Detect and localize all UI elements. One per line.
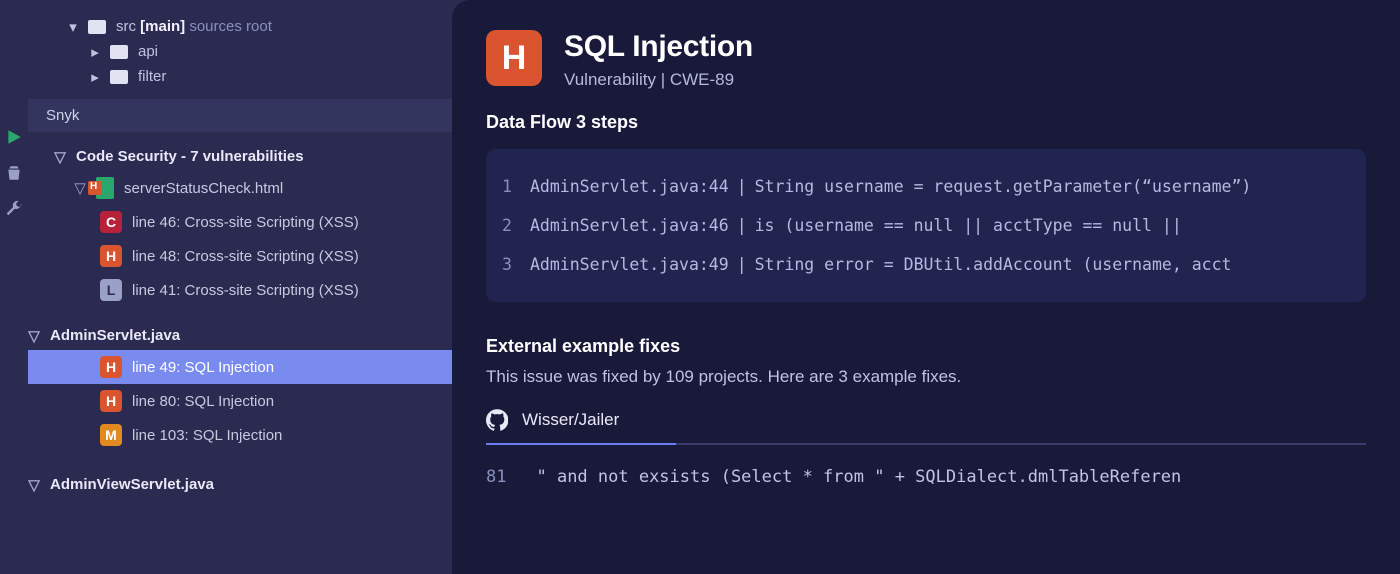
tree-file-adminservlet[interactable]: ▽ AdminServlet.java bbox=[48, 321, 452, 350]
chevron-down-icon: ▾ bbox=[68, 22, 78, 32]
vulnerability-tree: ▽ Code Security - 7 vulnerabilities ▽ se… bbox=[28, 132, 452, 509]
data-flow-step[interactable]: 1 AdminServlet.java:44 | String username… bbox=[502, 167, 1350, 206]
file-icon bbox=[96, 177, 114, 199]
issue-label: line 103: SQL Injection bbox=[132, 427, 282, 444]
chevron-down-icon: ▽ bbox=[28, 479, 40, 491]
issue-label: line 41: Cross-site Scripting (XSS) bbox=[132, 282, 359, 299]
example-fix-tab[interactable]: Wisser/Jailer bbox=[486, 409, 1366, 445]
chevron-down-icon: ▽ bbox=[74, 182, 86, 194]
tree-group-code-security[interactable]: ▽ Code Security - 7 vulnerabilities bbox=[48, 142, 452, 171]
severity-badge-low: L bbox=[100, 279, 122, 301]
play-icon[interactable] bbox=[5, 128, 23, 146]
group-label: Code Security - 7 vulnerabilities bbox=[76, 148, 304, 165]
file-tree-item-filter[interactable]: ▸ filter bbox=[90, 64, 452, 89]
data-flow-header: Data Flow 3 steps bbox=[486, 112, 1366, 133]
tree-issue[interactable]: C line 46: Cross-site Scripting (XSS) bbox=[48, 205, 452, 239]
severity-badge-high: H bbox=[100, 356, 122, 378]
code-content: " and not exsists (Select * from " + SQL… bbox=[536, 467, 1181, 487]
file-tree-item-api[interactable]: ▸ api bbox=[90, 39, 452, 64]
external-fixes-subtext: This issue was fixed by 109 projects. He… bbox=[486, 367, 1366, 387]
issue-label: line 80: SQL Injection bbox=[132, 393, 274, 410]
external-fixes-header: External example fixes bbox=[486, 336, 1366, 357]
issue-label: line 46: Cross-site Scripting (XSS) bbox=[132, 214, 359, 231]
file-label: AdminServlet.java bbox=[50, 327, 180, 344]
example-fix-code: 81 " and not exsists (Select * from " + … bbox=[486, 467, 1366, 487]
issue-title: SQL Injection bbox=[564, 30, 753, 64]
tree-file-serverstatuscheck[interactable]: ▽ serverStatusCheck.html bbox=[48, 171, 452, 205]
severity-badge-critical: C bbox=[100, 211, 122, 233]
chevron-right-icon: ▸ bbox=[90, 72, 100, 82]
folder-label: src [main] sources root bbox=[116, 18, 272, 35]
data-flow-step[interactable]: 2 AdminServlet.java:46 | is (username ==… bbox=[502, 206, 1350, 245]
file-label: serverStatusCheck.html bbox=[124, 180, 283, 197]
folder-icon bbox=[110, 45, 128, 59]
issue-label: line 48: Cross-site Scripting (XSS) bbox=[132, 248, 359, 265]
data-flow-step[interactable]: 3 AdminServlet.java:49 | String error = … bbox=[502, 245, 1350, 284]
severity-badge-high: H bbox=[100, 245, 122, 267]
detail-panel: H SQL Injection Vulnerability | CWE-89 D… bbox=[452, 0, 1400, 574]
chevron-right-icon: ▸ bbox=[90, 47, 100, 57]
tree-issue-selected[interactable]: H line 49: SQL Injection bbox=[28, 350, 452, 384]
wrench-icon[interactable] bbox=[5, 200, 23, 218]
repo-name: Wisser/Jailer bbox=[522, 410, 619, 430]
folder-label: api bbox=[138, 43, 158, 60]
panel-title: Snyk bbox=[28, 99, 452, 132]
file-label: AdminViewServlet.java bbox=[50, 476, 214, 493]
tree-issue[interactable]: H line 80: SQL Injection bbox=[48, 384, 452, 418]
file-tree-root[interactable]: ▾ src [main] sources root bbox=[68, 14, 452, 39]
issue-label: line 49: SQL Injection bbox=[132, 359, 274, 376]
severity-badge-medium: M bbox=[100, 424, 122, 446]
severity-badge-high: H bbox=[486, 30, 542, 86]
folder-label: filter bbox=[138, 68, 166, 85]
tree-issue[interactable]: L line 41: Cross-site Scripting (XSS) bbox=[48, 273, 452, 307]
issue-subtitle: Vulnerability | CWE-89 bbox=[564, 70, 753, 90]
chevron-down-icon: ▽ bbox=[28, 330, 40, 342]
github-icon bbox=[486, 409, 508, 431]
project-file-tree: ▾ src [main] sources root ▸ api ▸ filter bbox=[28, 0, 452, 99]
line-number: 81 bbox=[486, 467, 506, 487]
chevron-down-icon: ▽ bbox=[54, 151, 66, 163]
trash-icon[interactable] bbox=[5, 164, 23, 182]
tree-file-adminviewservlet[interactable]: ▽ AdminViewServlet.java bbox=[48, 470, 452, 499]
tree-issue[interactable]: M line 103: SQL Injection bbox=[48, 418, 452, 452]
severity-badge-high: H bbox=[100, 390, 122, 412]
folder-icon bbox=[110, 70, 128, 84]
data-flow-block: 1 AdminServlet.java:44 | String username… bbox=[486, 149, 1366, 302]
folder-icon bbox=[88, 20, 106, 34]
tree-issue[interactable]: H line 48: Cross-site Scripting (XSS) bbox=[48, 239, 452, 273]
